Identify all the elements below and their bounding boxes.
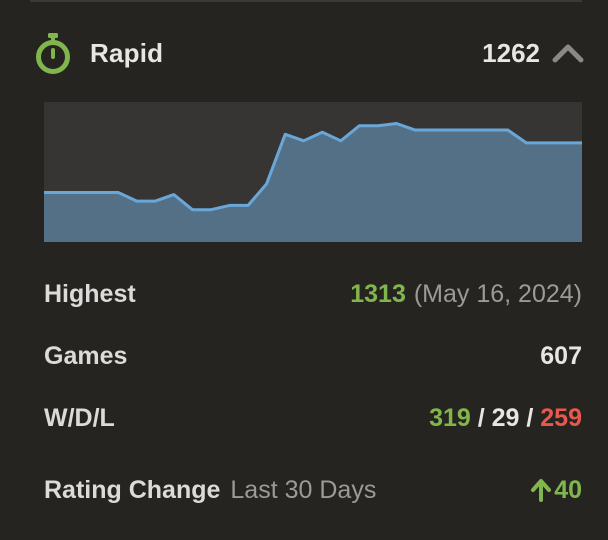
top-divider [30, 0, 582, 2]
games-value: 607 [540, 341, 582, 370]
wdl-label: W/D/L [44, 403, 115, 432]
rating-panel [12, 0, 608, 540]
rating-history-chart [44, 102, 582, 242]
highest-date: (May 16, 2024) [413, 279, 582, 308]
wins-value: 319 [429, 403, 471, 432]
games-label: Games [44, 341, 128, 370]
draws-value: 29 [491, 403, 520, 432]
losses-value: 259 [540, 403, 582, 432]
highest-row: Highest 1313 (May 16, 2024) [44, 277, 582, 311]
highest-label: Highest [44, 279, 136, 308]
rating-change-label: Rating Change [44, 475, 221, 504]
current-rating: 1262 [482, 37, 540, 68]
stopwatch-icon [34, 31, 72, 75]
games-row: Games 607 [44, 339, 582, 373]
wdl-row: W/D/L 319 / 29 / 259 [44, 401, 582, 435]
rating-change-value: 40 [554, 475, 582, 504]
rating-change-row: Rating Change Last 30 Days 40 [44, 473, 582, 507]
rapid-section-header[interactable]: Rapid 1262 [34, 30, 584, 76]
rating-area [44, 123, 582, 242]
wdl-separator-1: / [470, 403, 492, 432]
chevron-up-icon[interactable] [552, 42, 584, 64]
arrow-up-icon [530, 478, 552, 502]
highest-value: 1313 [350, 279, 406, 308]
mode-label: Rapid [90, 37, 164, 68]
rating-chart-svg [44, 122, 582, 242]
rating-change-period: Last 30 Days [230, 475, 377, 504]
wdl-separator-2: / [519, 403, 541, 432]
